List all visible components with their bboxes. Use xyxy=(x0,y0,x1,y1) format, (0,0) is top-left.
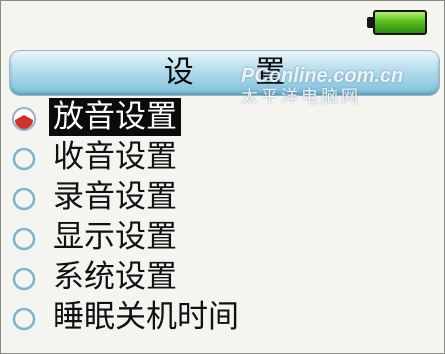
battery-icon xyxy=(367,10,429,35)
radio-unselected-icon xyxy=(12,147,36,171)
radio-unselected-icon xyxy=(12,267,36,291)
menu-item-label: 录音设置 xyxy=(53,179,177,215)
menu-item-system-settings[interactable]: 系统设置 xyxy=(1,257,444,297)
menu-item-sleep-timer[interactable]: 睡眠关机时间 xyxy=(1,297,444,337)
menu-item-display-settings[interactable]: 显示设置 xyxy=(1,217,444,257)
radio-unselected-icon xyxy=(12,187,36,211)
menu-item-record-settings[interactable]: 录音设置 xyxy=(1,177,444,217)
watermark-site: PConline.com.cn xyxy=(241,65,404,87)
menu-item-playback-settings[interactable]: 放音设置 xyxy=(1,97,444,137)
menu-item-label: 睡眠关机时间 xyxy=(53,299,239,335)
menu-item-radio-settings[interactable]: 收音设置 xyxy=(1,137,444,177)
battery-body xyxy=(373,10,427,35)
radio-unselected-icon xyxy=(12,307,36,331)
radio-unselected-icon xyxy=(12,227,36,251)
menu-item-label: 放音设置 xyxy=(49,98,181,136)
device-screen: 设 置 PConline.com.cn 太平洋电脑网 放音设置 收音设置 录音设… xyxy=(0,0,445,354)
menu-item-label: 收音设置 xyxy=(53,139,177,175)
menu-item-label: 显示设置 xyxy=(53,219,177,255)
menu-item-label: 系统设置 xyxy=(53,259,177,295)
radio-selected-icon xyxy=(12,107,36,131)
